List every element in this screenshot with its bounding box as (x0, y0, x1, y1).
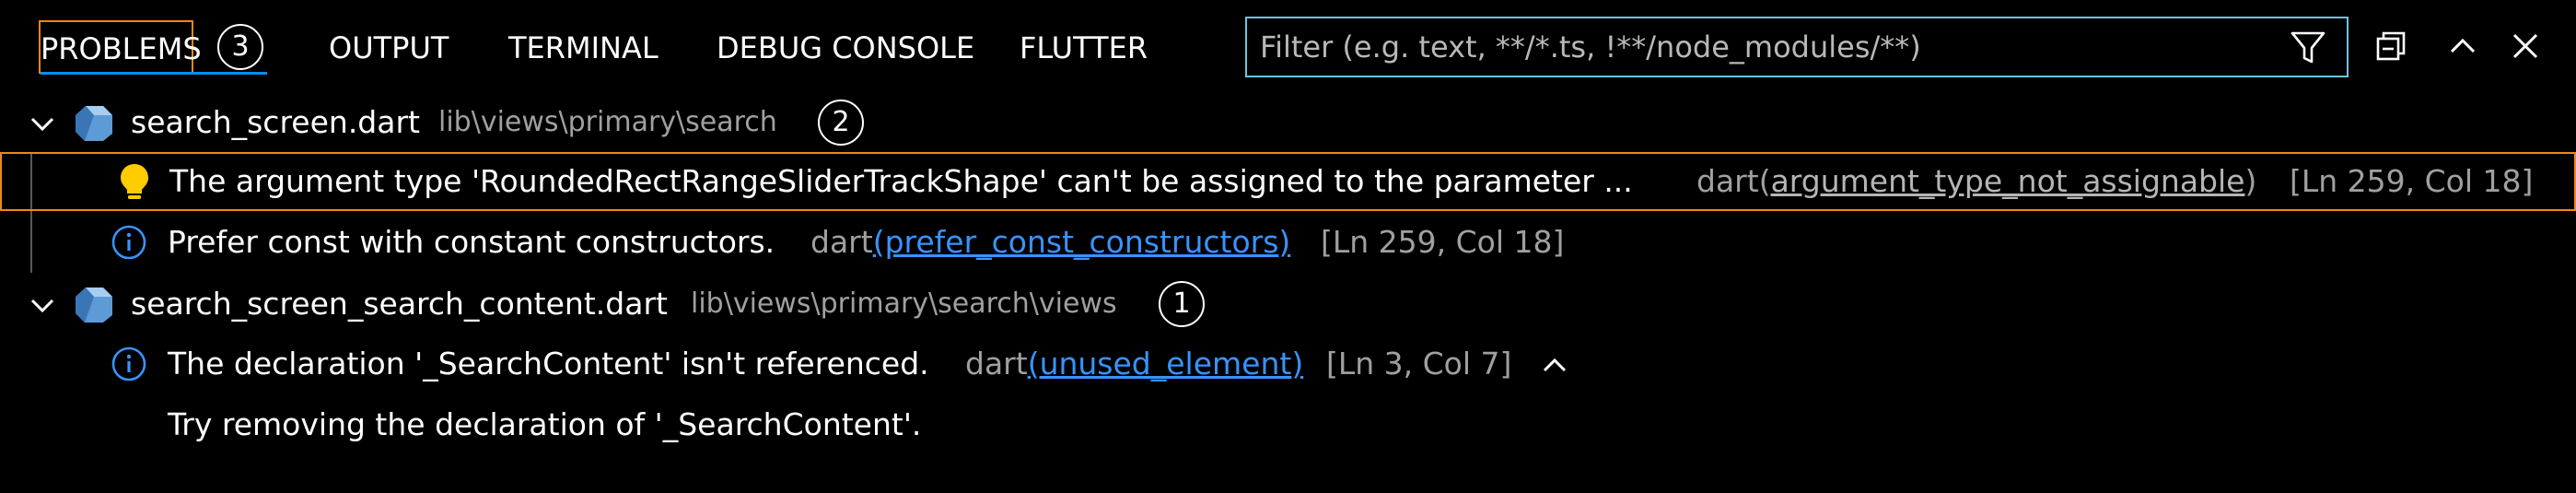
problem-code-link[interactable]: prefer_const_constructors (885, 224, 1279, 260)
file-problem-count-badge: 1 (1159, 281, 1205, 327)
info-icon (111, 225, 146, 260)
problem-row-unused-element[interactable]: The declaration '_SearchContent' isn't r… (0, 334, 2576, 394)
tab-output[interactable]: OUTPUT (329, 28, 449, 68)
file-row-search-screen-search-content[interactable]: search_screen_search_content.dart lib\vi… (0, 274, 2576, 335)
problem-code-link[interactable]: unused_element (1040, 346, 1292, 381)
problems-count-badge: 3 (217, 24, 263, 70)
file-name: search_screen.dart (131, 104, 420, 140)
maximize-panel-icon[interactable] (2437, 20, 2489, 72)
file-path: lib\views\primary\search (438, 106, 777, 138)
chevron-down-icon[interactable] (26, 107, 59, 140)
problem-message: The argument type 'RoundedRectRangeSlide… (169, 163, 1633, 199)
dart-file-icon (76, 288, 112, 323)
problem-source: dart(unused_element) (965, 334, 1303, 394)
tab-debug-console[interactable]: DEBUG CONSOLE (717, 28, 974, 68)
active-tab-indicator (41, 72, 267, 75)
file-problem-count-badge: 2 (818, 100, 864, 146)
problem-code-paren: ) (1291, 346, 1304, 381)
problems-filter-box (1245, 17, 2349, 77)
filter-funnel-icon[interactable] (2290, 30, 2326, 65)
tab-terminal[interactable]: TERMINAL (508, 28, 659, 68)
problem-detail-row: Try removing the declaration of '_Search… (0, 394, 2576, 455)
file-name: search_screen_search_content.dart (131, 286, 668, 322)
close-panel-icon[interactable] (2500, 20, 2551, 72)
dart-file-icon (76, 106, 112, 141)
tab-problems[interactable]: PROBLEMS (39, 20, 202, 74)
problem-message: The declaration '_SearchContent' isn't r… (168, 346, 929, 381)
panel-tab-bar: PROBLEMS 3 OUTPUT TERMINAL DEBUG CONSOLE… (0, 0, 2576, 92)
chevron-up-icon[interactable] (1540, 350, 1569, 380)
problem-source-name: dart (810, 224, 873, 260)
problems-filter-input[interactable] (1260, 18, 2264, 76)
problem-row-argument-type[interactable]: The argument type 'RoundedRectRangeSlide… (0, 152, 2576, 211)
problem-row-prefer-const[interactable]: Prefer const with constant constructors.… (0, 212, 2576, 273)
lightbulb-icon (121, 164, 148, 199)
problem-source: dart(argument_type_not_assignable) (1696, 163, 2257, 199)
problem-code-paren: ) (1278, 224, 1291, 260)
problem-message: Prefer const with constant constructors. (168, 224, 775, 260)
problem-location: [Ln 259, Col 18] (2290, 163, 2534, 199)
problem-source: dart(prefer_const_constructors) (810, 212, 1290, 273)
problem-source-name: dart (965, 346, 1028, 381)
problem-code-paren: ( (872, 224, 885, 260)
info-icon (111, 346, 146, 381)
file-row-search-screen[interactable]: search_screen.dart lib\views\primary\sea… (0, 92, 2576, 153)
problem-detail-text: Try removing the declaration of '_Search… (168, 406, 922, 442)
chevron-down-icon[interactable] (26, 288, 59, 322)
problem-source-name: dart (1696, 163, 1759, 199)
tab-flutter[interactable]: FLUTTER (1020, 28, 1148, 68)
collapse-all-icon[interactable] (2365, 20, 2417, 72)
file-path: lib\views\primary\search\views (691, 288, 1117, 320)
problem-code-link[interactable]: argument_type_not_assignable (1771, 163, 2245, 199)
problem-location: [Ln 3, Col 7] (1326, 346, 1512, 381)
problem-location: [Ln 259, Col 18] (1321, 224, 1565, 260)
problem-code-paren: ( (1027, 346, 1040, 381)
